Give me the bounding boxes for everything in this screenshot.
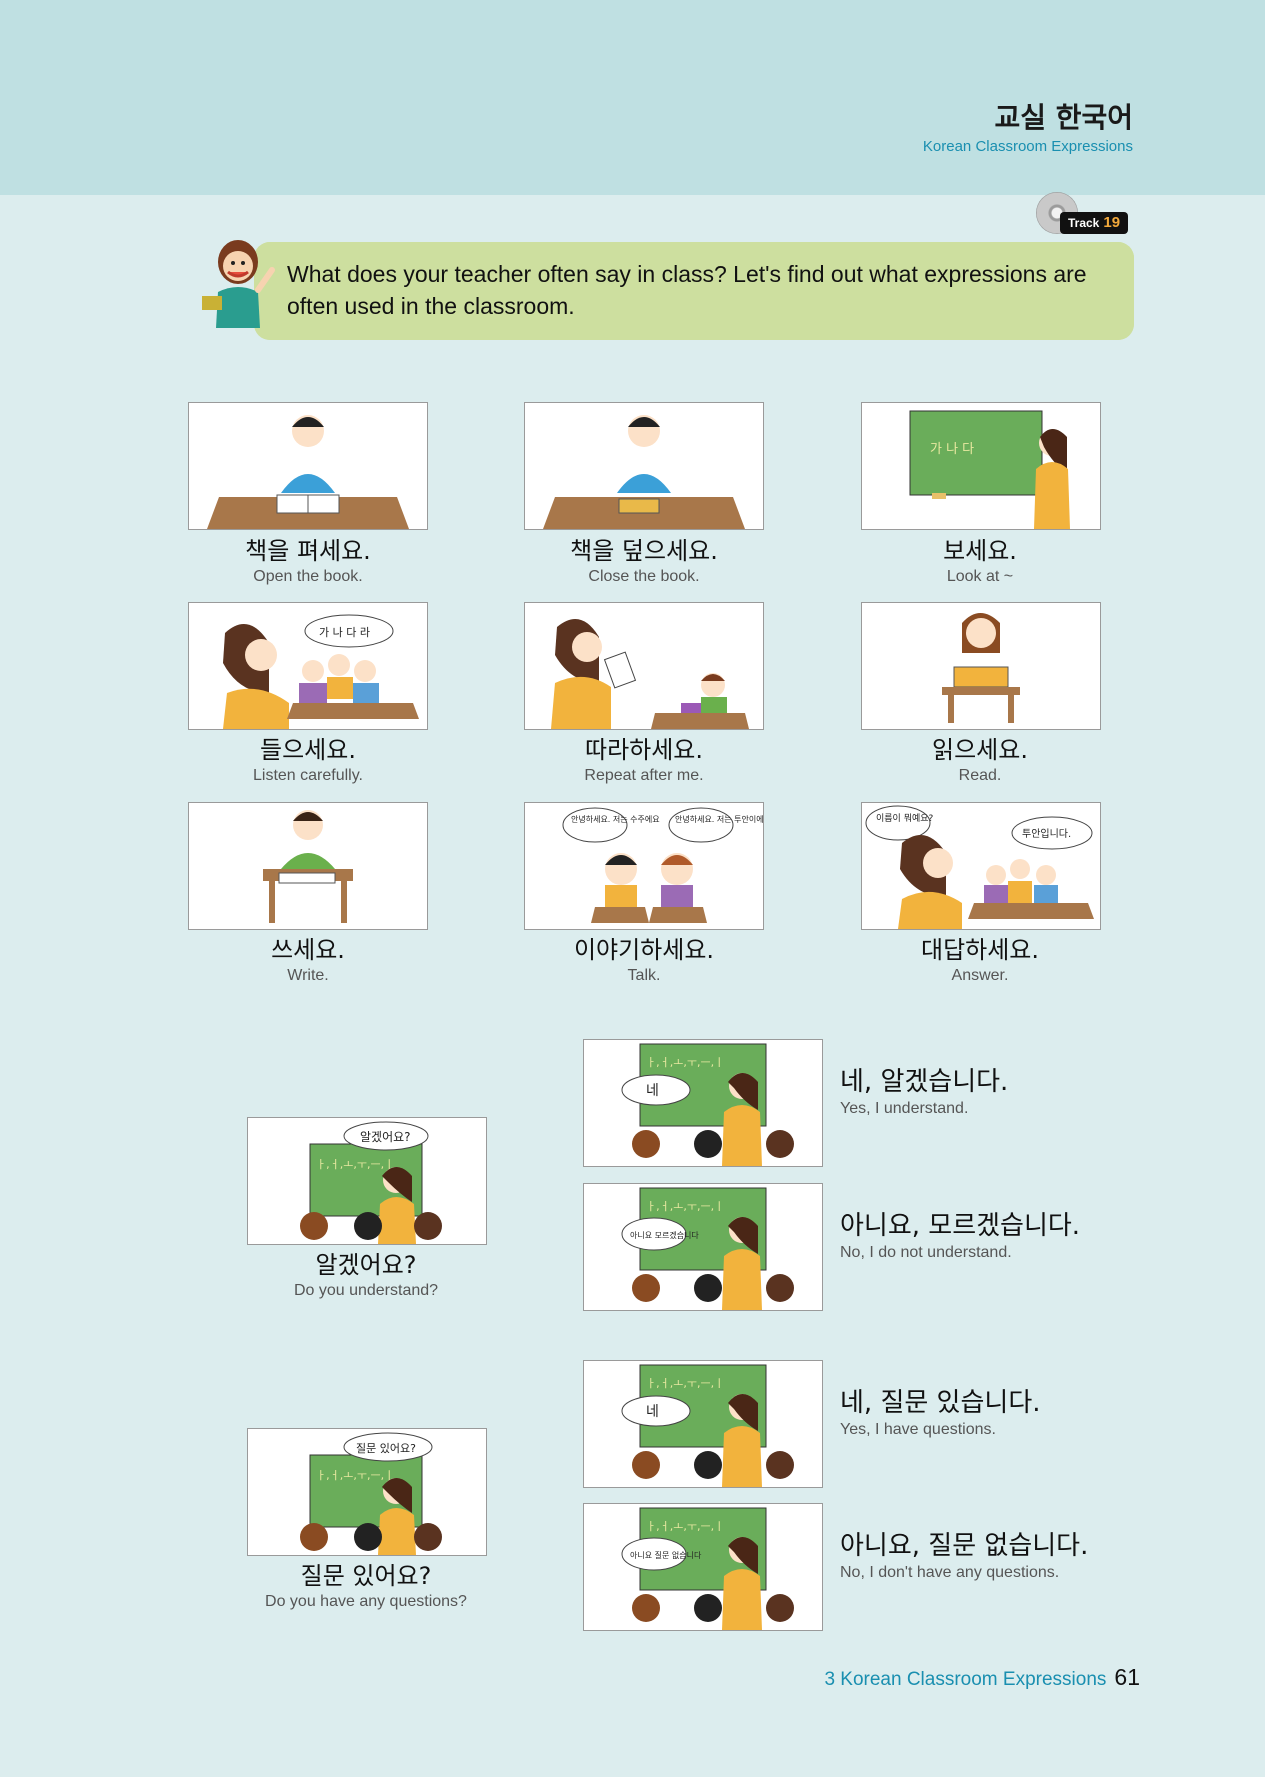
expression-english: Read. [958, 767, 1002, 784]
illustration-understand-question: ㅏ,ㅓ,ㅗ,ㅜ,ㅡ,ㅣ 알겠어요? [247, 1117, 487, 1245]
expression-caption: 읽으세요. Read. [830, 735, 1130, 787]
page-number: 61 [1114, 1664, 1140, 1690]
answer-english: Yes, I have questions. [840, 1421, 996, 1438]
answer-caption: 아니요, 모르겠습니다. No, I do not understand. [840, 1210, 1080, 1264]
board-text: 아니요 질문 없습니다 [630, 1550, 702, 1560]
illustration-write [188, 802, 428, 930]
dialogue-question-caption: 알겠어요? Do you understand? [216, 1250, 516, 1302]
illustration-question-no: ㅏ,ㅓ,ㅗ,ㅜ,ㅡ,ㅣ 아니요 질문 없습니다 [583, 1503, 823, 1631]
answer-english: No, I do not understand. [840, 1244, 1012, 1261]
expression-korean: 따라하세요. [584, 736, 704, 764]
section-title: 교실 한국어 Korean Classroom Expressions [923, 100, 1133, 155]
answer-korean: 네, 질문 있습니다. [840, 1388, 1041, 1418]
illustration-answer: 이름이 뭐예요? 투안입니다. [861, 802, 1101, 930]
answer-korean: 아니요, 모르겠습니다. [840, 1211, 1081, 1241]
answer-caption: 네, 질문 있습니다. Yes, I have questions. [840, 1387, 1041, 1441]
teacher-mascot-icon [202, 240, 275, 328]
board-text: 안녕하세요. 저는 수주에요 [571, 814, 660, 824]
board-text: 이름이 뭐예요? [876, 812, 934, 824]
expression-korean: 쓰세요. [271, 936, 345, 964]
board-text: 네 [646, 1404, 659, 1420]
expression-korean: 이야기하세요. [573, 936, 715, 964]
answer-caption: 네, 알겠습니다. Yes, I understand. [840, 1066, 1008, 1120]
board-text: ㅏ,ㅓ,ㅗ,ㅜ,ㅡ,ㅣ [646, 1056, 724, 1069]
expression-caption: 따라하세요. Repeat after me. [494, 735, 794, 787]
expression-korean: 대답하세요. [920, 936, 1040, 964]
section-title-english: Korean Classroom Expressions [922, 138, 1133, 155]
question-english: Do you understand? [293, 1282, 439, 1299]
expression-english: Look at ~ [946, 568, 1014, 585]
expression-caption: 책을 덮으세요. Close the book. [494, 536, 794, 588]
track-number: 19 [1103, 214, 1121, 231]
expression-english: Write. [287, 967, 329, 984]
answer-english: No, I don't have any questions. [840, 1564, 1060, 1581]
board-text: ㅏ,ㅓ,ㅗ,ㅜ,ㅡ,ㅣ [316, 1469, 394, 1482]
illustration-repeat-after-me [524, 602, 764, 730]
expression-korean: 책을 펴세요. [245, 537, 371, 565]
expression-english: Open the book. [253, 568, 363, 585]
illustration-close-book [524, 402, 764, 530]
expression-english: Close the book. [588, 568, 700, 585]
illustration-talk: 안녕하세요. 저는 수주에요 안녕하세요. 저는 투안이에요 [524, 802, 764, 930]
board-text: ㅏ,ㅓ,ㅗ,ㅜ,ㅡ,ㅣ [316, 1158, 394, 1171]
illustration-understand-no: ㅏ,ㅓ,ㅗ,ㅜ,ㅡ,ㅣ 아니요 모르겠습니다 [583, 1183, 823, 1311]
board-text: ㅏ,ㅓ,ㅗ,ㅜ,ㅡ,ㅣ [646, 1200, 724, 1213]
answer-korean: 네, 알겠습니다. [840, 1067, 1009, 1097]
expression-korean: 읽으세요. [932, 736, 1028, 764]
track-label-text: Track [1068, 216, 1100, 230]
answer-korean: 아니요, 질문 없습니다. [840, 1531, 1089, 1561]
board-text: 가 나 다 라 [319, 626, 370, 639]
expression-korean: 들으세요. [260, 736, 356, 764]
expression-english: Talk. [627, 967, 661, 984]
expression-caption: 보세요. Look at ~ [830, 536, 1130, 588]
board-text: 질문 있어요? [356, 1442, 416, 1455]
illustration-open-book [188, 402, 428, 530]
illustration-read [861, 602, 1101, 730]
intro-text: What does your teacher often say in clas… [287, 261, 1087, 319]
illustration-understand-yes: ㅏ,ㅓ,ㅗ,ㅜ,ㅡ,ㅣ 네 [583, 1039, 823, 1167]
expression-caption: 책을 펴세요. Open the book. [158, 536, 458, 588]
board-text: 아니요 모르겠습니다 [630, 1230, 699, 1240]
expression-caption: 들으세요. Listen carefully. [158, 735, 458, 787]
board-text: 안녕하세요. 저는 투안이에요 [675, 814, 763, 824]
answer-caption: 아니요, 질문 없습니다. No, I don't have any quest… [840, 1530, 1088, 1584]
expression-korean: 보세요. [943, 537, 1017, 565]
illustration-listen: 가 나 다 라 [188, 602, 428, 730]
page-footer: 3 Korean Classroom Expressions 61 [824, 1664, 1140, 1691]
board-text: 투안입니다. [1022, 827, 1071, 840]
board-text: 알겠어요? [360, 1130, 411, 1144]
expression-caption: 쓰세요. Write. [158, 935, 458, 987]
board-text: 가 나 다 [930, 442, 974, 457]
section-title-korean: 교실 한국어 [994, 101, 1133, 134]
chapter-title: 3 Korean Classroom Expressions [824, 1669, 1107, 1690]
board-text: ㅏ,ㅓ,ㅗ,ㅜ,ㅡ,ㅣ [646, 1520, 724, 1533]
illustration-look-at: 가 나 다 [861, 402, 1101, 530]
illustration-question-question: ㅏ,ㅓ,ㅗ,ㅜ,ㅡ,ㅣ 질문 있어요? [247, 1428, 487, 1556]
board-text: 네 [646, 1083, 659, 1099]
dialogue-question-caption: 질문 있어요? Do you have any questions? [216, 1561, 516, 1613]
expression-english: Repeat after me. [584, 767, 704, 784]
expression-korean: 책을 덮으세요. [570, 537, 718, 565]
audio-track-badge[interactable]: Track 19 [1036, 192, 1130, 236]
track-label: Track 19 [1060, 212, 1129, 234]
question-korean: 질문 있어요? [300, 1562, 432, 1590]
expression-english: Answer. [951, 967, 1009, 984]
expression-caption: 이야기하세요. Talk. [494, 935, 794, 987]
expression-caption: 대답하세요. Answer. [830, 935, 1130, 987]
board-text: ㅏ,ㅓ,ㅗ,ㅜ,ㅡ,ㅣ [646, 1377, 724, 1390]
question-english: Do you have any questions? [265, 1593, 467, 1610]
question-korean: 알겠어요? [315, 1251, 417, 1279]
expression-english: Listen carefully. [253, 767, 363, 784]
header-band [0, 0, 1265, 195]
answer-english: Yes, I understand. [840, 1100, 969, 1117]
illustration-question-yes: ㅏ,ㅓ,ㅗ,ㅜ,ㅡ,ㅣ 네 [583, 1360, 823, 1488]
